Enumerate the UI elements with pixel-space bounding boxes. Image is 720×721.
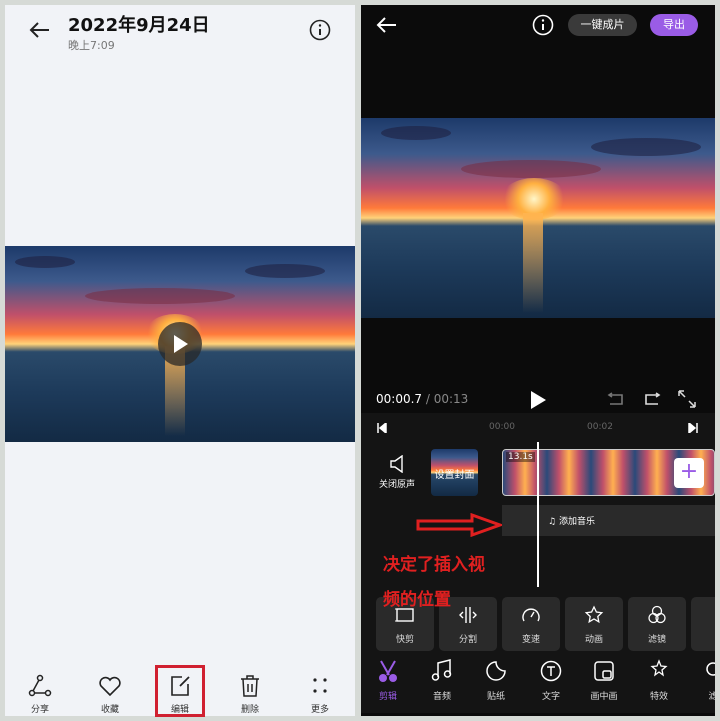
music-icon — [431, 659, 452, 681]
favorite-button[interactable]: 收藏 — [85, 670, 135, 716]
annotation-text: 决定了插入视 — [383, 555, 485, 575]
one-click-button[interactable]: 一键成片 — [568, 14, 637, 36]
highlight-box — [155, 665, 205, 717]
delete-button[interactable]: 删除 — [225, 670, 275, 716]
sticker-icon — [486, 661, 506, 681]
trash-icon — [241, 675, 259, 697]
red-arrow-annotation — [416, 513, 502, 537]
info-icon[interactable] — [532, 14, 554, 36]
nav-effects[interactable]: 特效 — [634, 657, 684, 707]
picture-in-picture-icon — [594, 661, 614, 681]
editor-panel: 一键成片 导出 00:00.7 / 00:13 00:00 00:02 关闭原声… — [361, 5, 715, 716]
speaker-icon — [390, 454, 403, 474]
back-arrow-icon[interactable] — [29, 21, 51, 39]
set-cover-button[interactable]: 设置封面 — [431, 449, 478, 496]
ruler-tick: 00:00 — [489, 422, 515, 432]
tool-speed[interactable]: 变速 — [502, 597, 560, 651]
star-icon — [584, 605, 604, 624]
fullscreen-icon[interactable] — [677, 389, 697, 409]
nav-sticker[interactable]: 贴纸 — [471, 657, 521, 707]
tool-filter[interactable]: 滤镜 — [628, 597, 686, 651]
skip-end-icon[interactable] — [688, 423, 698, 433]
gallery-panel: 2022年9月24日 晚上7:09 分享 收藏 编辑 删除 更多 — [5, 5, 355, 717]
more-button[interactable]: 更多 — [295, 670, 345, 716]
current-time: 00:00.7 — [376, 392, 423, 406]
tool-more[interactable] — [691, 597, 715, 651]
add-clip-button[interactable]: + — [674, 458, 704, 488]
nav-pip[interactable]: 画中画 — [579, 657, 629, 707]
split-icon — [459, 607, 477, 623]
page-title: 2022年9月24日 — [68, 15, 210, 36]
nav-audio[interactable]: 音频 — [417, 657, 467, 707]
export-button[interactable]: 导出 — [650, 14, 698, 36]
scissors-icon — [379, 660, 397, 682]
undo-icon[interactable] — [606, 392, 626, 408]
redo-icon[interactable] — [642, 392, 662, 408]
total-time: / 00:13 — [425, 392, 469, 406]
video-canvas[interactable] — [361, 118, 715, 318]
music-note-icon: ♫ — [548, 517, 557, 527]
tool-animation[interactable]: 动画 — [565, 597, 623, 651]
speedometer-icon — [522, 608, 540, 622]
share-icon — [28, 674, 52, 697]
play-button[interactable] — [158, 322, 202, 366]
filter-icon — [648, 605, 666, 624]
share-button[interactable]: 分享 — [15, 670, 65, 716]
text-icon — [540, 660, 562, 682]
add-music-track[interactable]: ♫ 添加音乐 — [502, 505, 715, 536]
plus-icon: + — [679, 459, 699, 484]
playhead[interactable] — [537, 442, 539, 587]
annotation-text: 频的位置 — [383, 590, 451, 610]
back-arrow-icon[interactable] — [376, 16, 398, 34]
magic-star-icon — [650, 659, 668, 677]
skip-start-icon[interactable] — [377, 423, 387, 433]
clip-duration: 13.1s — [506, 452, 535, 462]
info-icon[interactable] — [309, 19, 331, 41]
page-subtitle: 晚上7:09 — [68, 39, 115, 52]
mute-button[interactable]: 关闭原声 — [373, 454, 421, 490]
ruler-tick: 00:02 — [587, 422, 613, 432]
nav-edit[interactable]: 剪辑 — [363, 657, 413, 707]
play-icon[interactable] — [529, 390, 547, 410]
play-icon — [174, 335, 188, 353]
more-icon — [313, 678, 327, 693]
nav-text[interactable]: 文字 — [526, 657, 576, 707]
heart-icon — [99, 676, 121, 697]
nav-filter[interactable]: 滤 — [688, 657, 715, 707]
filter-icon — [706, 662, 715, 676]
